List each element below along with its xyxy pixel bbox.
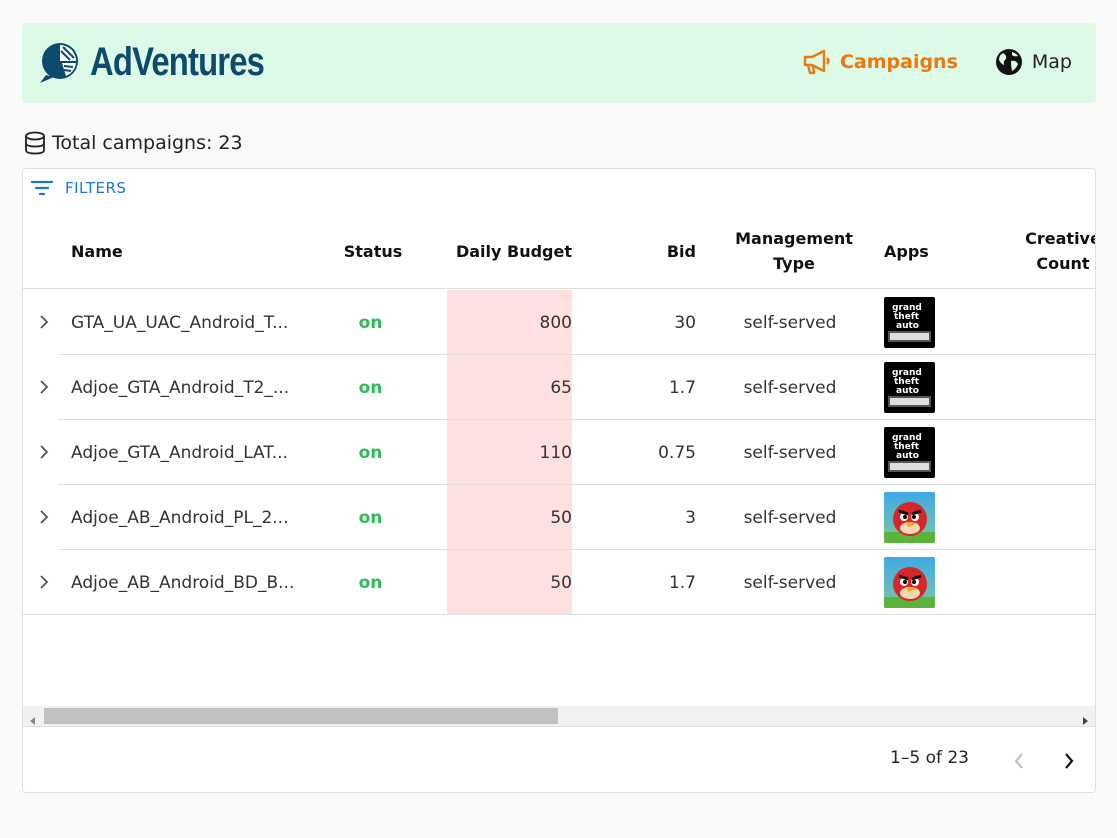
campaigns-grid: FILTERS Name Status Daily Budget Bid Man… — [22, 168, 1096, 793]
total-campaigns: Total campaigns: 23 — [24, 131, 243, 155]
table-row[interactable]: Adjoe_AB_Android_PL_2... on 50 3 self-served — [23, 485, 1095, 550]
gta-san-andreas-icon: grand theft auto — [884, 362, 935, 413]
cell-management-type: self-served — [743, 572, 837, 593]
globe-icon — [994, 47, 1024, 77]
cell-status: on — [358, 377, 383, 398]
filters-label: FILTERS — [65, 179, 127, 197]
grid-footer: 1–5 of 23 — [23, 726, 1095, 792]
expand-row-button[interactable] — [35, 507, 53, 527]
prev-page-button[interactable] — [1005, 747, 1033, 775]
scrollbar-thumb[interactable] — [44, 708, 558, 724]
cell-status: on — [358, 572, 383, 593]
table-row[interactable]: Adjoe_AB_Android_BD_B... on 50 1.7 self-serv… — [23, 550, 1095, 615]
chevron-left-icon — [1014, 753, 1023, 769]
logo-mark-icon — [40, 43, 78, 83]
cell-management-type: self-served — [743, 377, 837, 398]
svg-text:auto: auto — [896, 321, 919, 331]
svg-text:auto: auto — [896, 451, 919, 461]
cell-name[interactable]: Adjoe_GTA_Android_T2_... — [71, 355, 311, 420]
gta-san-andreas-icon: grand theft auto — [884, 427, 935, 478]
cell-daily-budget[interactable]: 50 — [447, 485, 572, 550]
cell-apps: grand theft auto — [884, 355, 964, 420]
cell-name[interactable]: Adjoe_GTA_Android_LAT... — [71, 420, 311, 485]
cell-status: on — [358, 312, 383, 333]
cell-daily-budget[interactable]: 800 — [447, 290, 572, 355]
cell-bid[interactable]: 1.7 — [623, 355, 696, 420]
expand-row-button[interactable] — [35, 312, 53, 332]
table-row[interactable]: GTA_UA_UAC_Android_T... on 800 30 self-serve… — [23, 290, 1095, 355]
app-logo[interactable]: AdVentures — [36, 39, 302, 85]
cell-management-type: self-served — [743, 312, 837, 333]
expand-row-button[interactable] — [35, 572, 53, 592]
total-campaigns-text: Total campaigns: 23 — [52, 132, 243, 154]
chevron-right-icon — [40, 575, 49, 589]
cell-bid[interactable]: 0.75 — [623, 420, 696, 485]
column-header-bid[interactable]: Bid — [623, 213, 696, 289]
next-page-button[interactable] — [1055, 747, 1083, 775]
chevron-right-icon — [40, 315, 49, 329]
column-header-management-type[interactable]: Management Type — [729, 213, 859, 289]
cell-status: on — [358, 442, 383, 463]
app-name: AdVentures — [90, 39, 265, 84]
main-nav: Campaigns Map — [802, 47, 1072, 77]
svg-text:auto: auto — [896, 386, 919, 396]
cell-name[interactable]: GTA_UA_UAC_Android_T... — [71, 290, 311, 355]
cell-management-type: self-served — [743, 442, 837, 463]
cell-apps — [884, 485, 964, 550]
chevron-right-icon — [40, 510, 49, 524]
nav-map[interactable]: Map — [994, 47, 1072, 77]
expand-row-button[interactable] — [35, 377, 53, 397]
cell-status: on — [358, 507, 383, 528]
nav-campaigns-label: Campaigns — [839, 51, 958, 73]
column-header-daily-budget[interactable]: Daily Budget — [447, 213, 572, 289]
expand-row-button[interactable] — [35, 442, 53, 462]
angry-birds-icon — [884, 557, 935, 608]
database-icon — [24, 131, 46, 155]
cell-daily-budget[interactable]: 110 — [447, 420, 572, 485]
nav-campaigns[interactable]: Campaigns — [802, 48, 958, 76]
row-divider — [23, 614, 1095, 615]
angry-birds-icon — [884, 492, 935, 543]
cell-name[interactable]: Adjoe_AB_Android_PL_2... — [71, 485, 311, 550]
megaphone-icon — [802, 48, 832, 76]
column-header-apps[interactable]: Apps — [884, 213, 964, 289]
cell-management-type: self-served — [743, 507, 837, 528]
cell-apps: grand theft auto — [884, 420, 964, 485]
cell-daily-budget[interactable]: 65 — [447, 355, 572, 420]
cell-apps — [884, 550, 964, 615]
grid-header: Name Status Daily Budget Bid Management T… — [23, 213, 1095, 289]
app-header: AdVentures Campaigns Map — [22, 23, 1096, 103]
column-header-status[interactable]: Status — [333, 213, 413, 289]
cell-name[interactable]: Adjoe_AB_Android_BD_B... — [71, 550, 311, 615]
filter-list-icon — [31, 179, 53, 197]
filters-button[interactable]: FILTERS — [31, 179, 126, 197]
cell-bid[interactable]: 1.7 — [623, 550, 696, 615]
horizontal-scrollbar[interactable] — [23, 706, 1095, 726]
cell-apps: grand theft auto — [884, 290, 964, 355]
table-row[interactable]: Adjoe_GTA_Android_T2_... on 65 1.7 self-serv… — [23, 355, 1095, 420]
table-row[interactable]: Adjoe_GTA_Android_LAT... on 110 0.75 self-se… — [23, 420, 1095, 485]
cell-bid[interactable]: 3 — [623, 485, 696, 550]
cell-daily-budget[interactable]: 50 — [447, 550, 572, 615]
chevron-right-icon — [40, 445, 49, 459]
pagination-info: 1–5 of 23 — [890, 748, 969, 768]
gta-san-andreas-icon: grand theft auto — [884, 297, 935, 348]
column-header-name[interactable]: Name — [71, 213, 251, 289]
nav-map-label: Map — [1031, 51, 1072, 73]
column-header-creative-count[interactable]: Creative Count — [1013, 213, 1095, 289]
chevron-right-icon — [1065, 753, 1074, 769]
chevron-right-icon — [40, 380, 49, 394]
cell-bid[interactable]: 30 — [623, 290, 696, 355]
